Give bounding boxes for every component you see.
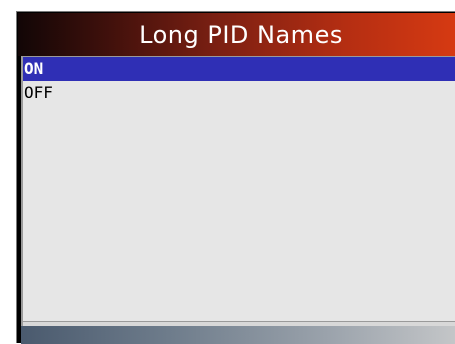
status-bar [21, 326, 455, 344]
screen-title: Long PID Names [139, 20, 343, 49]
title-bar: Long PID Names [18, 13, 455, 56]
list-item-on[interactable]: ON [23, 57, 455, 81]
list-item-off[interactable]: OFF [23, 81, 455, 105]
list-item-label: OFF [24, 83, 53, 102]
option-list: ON OFF [21, 56, 455, 321]
device-screen: Long PID Names ON OFF [16, 11, 455, 344]
list-item-label: ON [24, 59, 44, 78]
